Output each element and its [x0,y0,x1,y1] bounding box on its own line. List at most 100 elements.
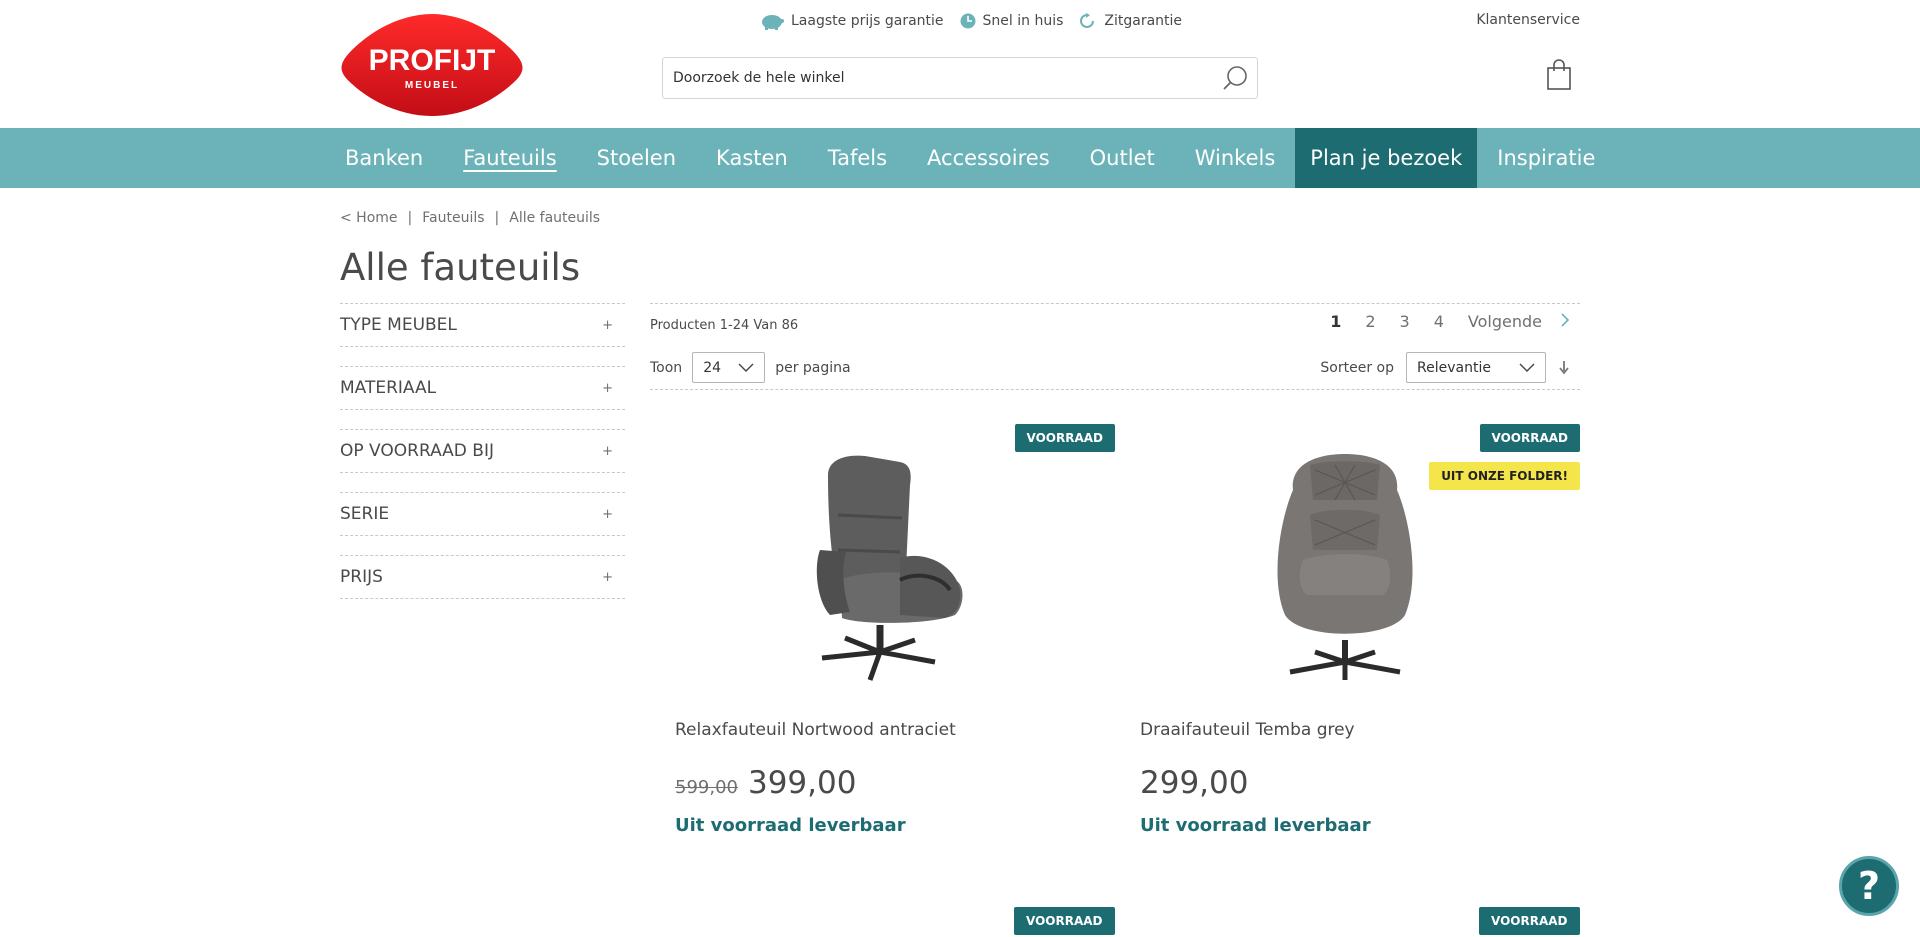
product-toolbar: Producten 1-24 Van 86 1 2 3 4 Volgende T… [650,303,1580,390]
nav-label: Banken [345,146,424,170]
nav-label: Kasten [716,146,788,170]
breadcrumb-current: Alle fauteuils [509,210,601,226]
filter-label: PRIJS [340,567,383,587]
filter-sidebar: TYPE MEUBEL + MATERIAAL + OP VOORRAAD BI… [340,303,625,618]
stock-badge: VOORRAAD [1479,907,1580,935]
piggy-bank-icon [762,15,784,30]
search-button[interactable] [1213,58,1257,98]
customer-service-link[interactable]: Klantenservice [1476,12,1580,28]
current-price: 299,00 [1140,765,1249,801]
page-3[interactable]: 3 [1388,312,1422,331]
expand-icon: + [602,569,613,585]
stock-badge: VOORRAAD [1479,424,1580,452]
breadcrumb-separator: | [407,210,413,226]
page-2[interactable]: 2 [1353,312,1387,331]
breadcrumb-separator: | [494,210,500,226]
filter-label: MATERIAAL [340,378,437,398]
usp-seat-guarantee: Zitgarantie [1079,12,1182,30]
search-bar [662,57,1258,99]
refresh-icon [1080,13,1095,28]
nav-item-accessoires[interactable]: Accessoires [907,128,1070,188]
show-label: Toon [650,359,683,376]
nav-label: Fauteuils [463,146,557,170]
main-navigation: Banken Fauteuils Stoelen Kasten Tafels A… [0,128,1920,188]
pagination: 1 2 3 4 Volgende [1318,312,1570,331]
usp-label: Zitgarantie [1104,13,1183,29]
usp-lowest-price: Laagste prijs garantie [760,12,944,30]
filter-materiaal[interactable]: MATERIAAL + [340,366,625,410]
product-image-relaxfauteuil[interactable] [750,440,1010,690]
usp-bar: Laagste prijs garantie Snel in huis Zitg… [760,12,1182,30]
page-1[interactable]: 1 [1318,312,1353,331]
nav-item-banken[interactable]: Banken [340,128,443,188]
nav-label: Accessoires [927,146,1050,170]
nav-item-kasten[interactable]: Kasten [696,128,808,188]
nav-item-tafels[interactable]: Tafels [808,128,907,188]
filter-op-voorraad-bij[interactable]: OP VOORRAAD BIJ + [340,429,625,473]
logo-subtext: MEUBEL [405,80,459,91]
product-card[interactable]: VOORRAAD Relaxfauteuil Nortwood antracie… [650,410,1115,870]
sort-label: Sorteer op [1320,359,1394,376]
nav-item-fauteuils[interactable]: Fauteuils [443,128,576,188]
product-card[interactable]: VOORRAAD UIT ONZE FOLDER! Draaifauteuil … [1115,410,1580,870]
breadcrumb-home[interactable]: < Home [340,210,398,226]
help-chat-button[interactable]: ? [1839,856,1899,916]
per-page-select[interactable]: 24 [692,352,766,383]
filter-prijs[interactable]: PRIJS + [340,555,625,599]
product-count: Producten 1-24 Van 86 [650,318,799,333]
nav-label: Tafels [827,146,888,170]
filter-label: TYPE MEUBEL [340,315,457,335]
sort-value: Relevantie [1417,359,1491,376]
usp-label: Snel in huis [982,13,1064,29]
product-price: 299,00 [1140,765,1248,801]
cart-button[interactable] [1546,59,1572,91]
chevron-right-icon[interactable] [1554,312,1570,331]
profijt-logo[interactable]: PROFIJT MEUBEL [340,10,525,118]
usp-fast-delivery: Snel in huis [960,12,1064,30]
filter-label: SERIE [340,504,390,524]
search-icon [1223,66,1247,90]
availability: Uit voorraad leverbaar [675,815,906,836]
search-input[interactable] [663,58,1213,98]
per-page-label: per pagina [775,359,851,376]
question-mark-icon: ? [1857,864,1881,908]
stock-badge: VOORRAAD [1014,907,1115,935]
per-page-control: Toon 24 per pagina [650,352,851,383]
nav-label: Stoelen [596,146,677,170]
product-name[interactable]: Relaxfauteuil Nortwood antraciet [675,720,956,740]
next-page-link[interactable]: Volgende [1456,312,1554,331]
nav-item-plan-je-bezoek[interactable]: Plan je bezoek [1295,128,1478,188]
stock-badge: VOORRAAD [1014,424,1115,452]
logo-text: PROFIJT [369,44,496,77]
filter-type-meubel[interactable]: TYPE MEUBEL + [340,303,625,347]
sort-control: Sorteer op Relevantie [1320,352,1570,383]
old-price: 599,00 [675,777,738,798]
current-price: 399,00 [747,765,857,801]
nav-label: Outlet [1089,146,1155,170]
nav-item-winkels[interactable]: Winkels [1175,128,1296,188]
nav-label: Plan je bezoek [1310,146,1463,170]
nav-item-inspiratie[interactable]: Inspiratie [1477,128,1615,188]
sort-direction-icon[interactable] [1558,360,1570,375]
availability: Uit voorraad leverbaar [1140,815,1371,836]
page-4[interactable]: 4 [1422,312,1456,331]
nav-label: Winkels [1194,146,1276,170]
expand-icon: + [602,317,613,333]
chevron-down-icon [738,363,754,372]
filter-label: OP VOORRAAD BIJ [340,441,494,461]
usp-label: Laagste prijs garantie [791,13,944,29]
nav-item-outlet[interactable]: Outlet [1070,128,1175,188]
page-title: Alle fauteuils [340,246,581,289]
clock-icon [960,13,976,29]
expand-icon: + [602,380,613,396]
expand-icon: + [602,506,613,522]
breadcrumb-fauteuils[interactable]: Fauteuils [422,210,484,226]
nav-item-stoelen[interactable]: Stoelen [577,128,696,188]
shopping-bag-icon [1547,59,1571,90]
chevron-down-icon [1519,363,1535,372]
sort-select[interactable]: Relevantie [1406,352,1546,383]
product-name[interactable]: Draaifauteuil Temba grey [1140,720,1355,740]
filter-serie[interactable]: SERIE + [340,492,625,536]
expand-icon: + [602,443,613,459]
product-image-draaifauteuil[interactable] [1215,440,1475,690]
